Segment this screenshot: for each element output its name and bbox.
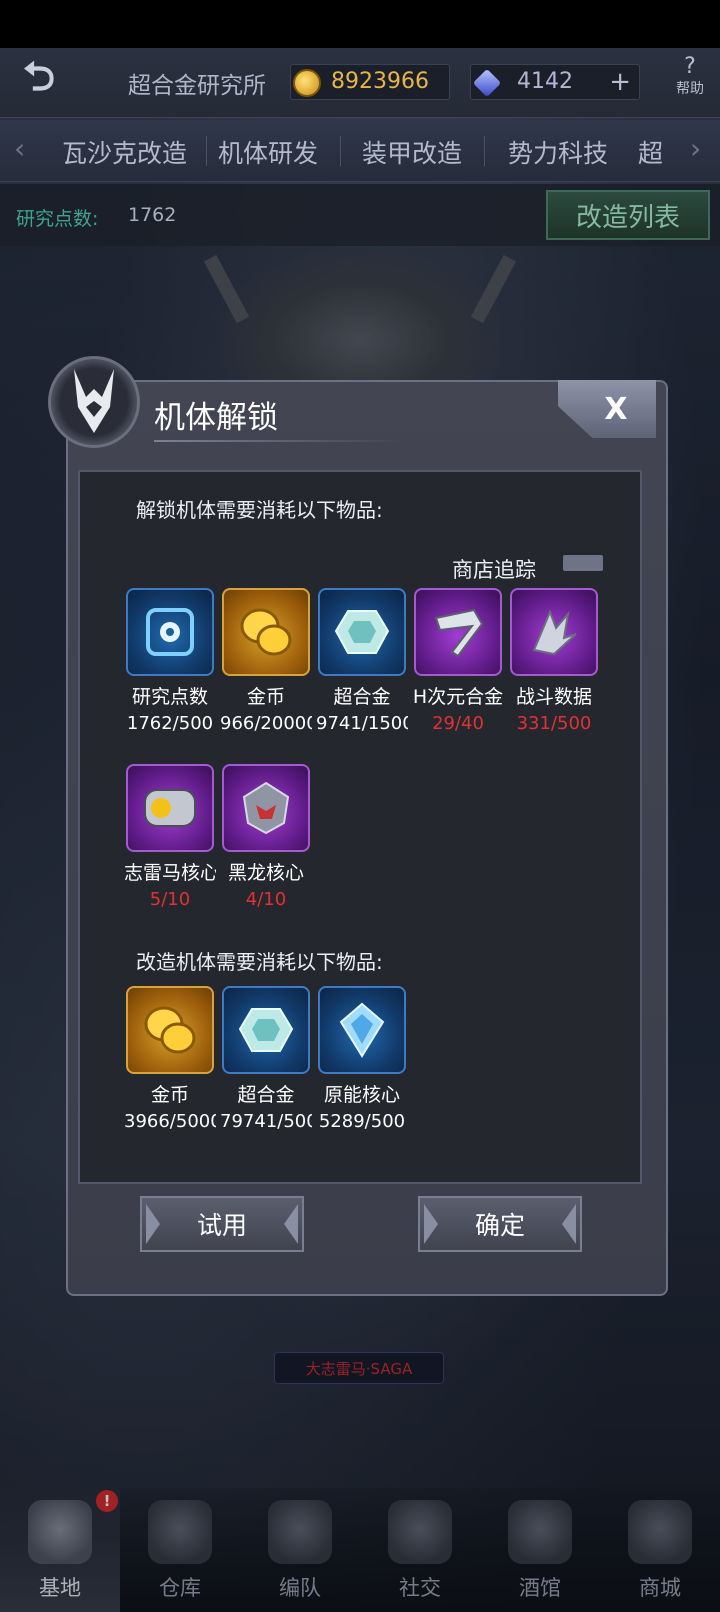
cost-item-zhileima-core[interactable]: 志雷马核心 5/10 xyxy=(124,764,216,910)
item-count: 1762/500 xyxy=(126,713,214,734)
superalloy-icon xyxy=(222,986,310,1074)
help-button[interactable]: ? 帮助 xyxy=(660,56,720,98)
tab-scroll-right-icon[interactable]: › xyxy=(690,132,701,165)
tab-divider xyxy=(206,136,207,166)
tab-mecha-research[interactable]: 机体研发 xyxy=(218,134,318,170)
add-crystal-button[interactable]: + xyxy=(609,67,631,97)
item-count: 5289/500 xyxy=(318,1111,406,1132)
tab-faction-tech[interactable]: 势力科技 xyxy=(508,134,608,170)
help-label: 帮助 xyxy=(676,81,704,97)
shop-track-toggle[interactable] xyxy=(563,555,603,571)
help-icon: ? xyxy=(684,54,696,79)
title-underline xyxy=(154,440,404,442)
tab-bar: ‹ 瓦沙克改造 机体研发 装甲改造 势力科技 超 › xyxy=(0,120,720,182)
item-name: H次元合金 xyxy=(412,686,504,708)
tab-super[interactable]: 超 xyxy=(638,134,663,170)
dialog-title: 机体解锁 xyxy=(154,400,278,436)
tab-divider xyxy=(484,136,485,166)
crystal-display: 4142 + xyxy=(470,64,640,100)
cost-item-dimension-alloy[interactable]: H次元合金 29/40 xyxy=(412,588,504,734)
unlock-cost-title: 解锁机体需要消耗以下物品: xyxy=(136,498,383,522)
item-name: 超合金 xyxy=(333,686,391,708)
item-name: 原能核心 xyxy=(323,1084,400,1106)
tab-armor-modify[interactable]: 装甲改造 xyxy=(362,134,462,170)
modify-cost-title: 改造机体需要消耗以下物品: xyxy=(136,950,383,974)
item-name: 研究点数 xyxy=(131,686,208,708)
tab-scroll-left-icon[interactable]: ‹ xyxy=(14,132,25,165)
try-button[interactable]: 试用 xyxy=(140,1196,304,1252)
research-point-icon xyxy=(126,588,214,676)
item-count: 5/10 xyxy=(149,889,191,910)
item-count: 29/40 xyxy=(432,713,484,734)
gold-coin-icon xyxy=(293,69,321,97)
superalloy-icon xyxy=(318,588,406,676)
black-dragon-core-icon xyxy=(222,764,310,852)
cost-item-black-dragon-core[interactable]: 黑龙核心 4/10 xyxy=(220,764,312,910)
battle-data-icon xyxy=(510,588,598,676)
back-arrow-icon: ⮌ xyxy=(22,54,56,100)
item-count: 79741/5000 xyxy=(220,1111,312,1132)
item-name: 黑龙核心 xyxy=(227,862,304,884)
crystal-icon xyxy=(472,68,502,98)
confirm-button[interactable]: 确定 xyxy=(418,1196,582,1252)
confirm-button-label: 确定 xyxy=(474,1211,525,1240)
item-name: 金币 xyxy=(150,1084,189,1106)
shop-track-label: 商店追踪 xyxy=(452,558,536,582)
tab-vassago-modify[interactable]: 瓦沙克改造 xyxy=(62,134,187,170)
gold-coin-icon xyxy=(126,986,214,1074)
item-name: 志雷马核心 xyxy=(124,862,216,884)
item-count: 3966/50000 xyxy=(124,1111,216,1132)
gold-value: 8923966 xyxy=(331,69,429,94)
zhileima-core-icon xyxy=(126,764,214,852)
item-name: 金币 xyxy=(246,686,285,708)
modify-item-origin-core[interactable]: 原能核心 5289/500 xyxy=(316,986,408,1132)
close-icon: X xyxy=(604,391,628,427)
back-button[interactable]: ⮌ xyxy=(8,54,70,104)
research-points-row: 研究点数: 1762 改造列表 xyxy=(0,184,720,246)
crystal-value: 4142 xyxy=(517,69,573,94)
page-title: 超合金研究所 xyxy=(128,73,266,99)
item-count: 331/500 xyxy=(516,713,592,734)
modify-list-button[interactable]: 改造列表 xyxy=(546,190,710,240)
modify-item-gold[interactable]: 金币 3966/50000 xyxy=(124,986,216,1132)
research-points-value: 1762 xyxy=(128,204,177,226)
item-count: 966/200000 xyxy=(220,713,312,734)
modify-item-superalloy[interactable]: 超合金 79741/5000 xyxy=(220,986,312,1132)
gold-display: 8923966 xyxy=(290,64,450,100)
cost-item-gold[interactable]: 金币 966/200000 xyxy=(220,588,312,734)
mecha-emblem-icon xyxy=(48,356,140,448)
tab-divider xyxy=(340,136,341,166)
cost-item-superalloy[interactable]: 超合金 9741/15000 xyxy=(316,588,408,734)
item-count: 4/10 xyxy=(245,889,287,910)
cost-item-research-points[interactable]: 研究点数 1762/500 xyxy=(124,588,216,734)
try-button-label: 试用 xyxy=(196,1211,247,1240)
item-count: 9741/15000 xyxy=(316,713,408,734)
item-name: 超合金 xyxy=(237,1084,295,1106)
gold-coin-icon xyxy=(222,588,310,676)
status-bar xyxy=(0,0,720,48)
origin-core-icon xyxy=(318,986,406,1074)
cost-item-battle-data[interactable]: 战斗数据 331/500 xyxy=(508,588,600,734)
item-name: 战斗数据 xyxy=(515,686,592,708)
top-bar: ⮌ 超合金研究所 8923966 4142 + ? 帮助 xyxy=(0,48,720,118)
dimension-alloy-icon xyxy=(414,588,502,676)
research-points-label: 研究点数: xyxy=(16,208,99,230)
